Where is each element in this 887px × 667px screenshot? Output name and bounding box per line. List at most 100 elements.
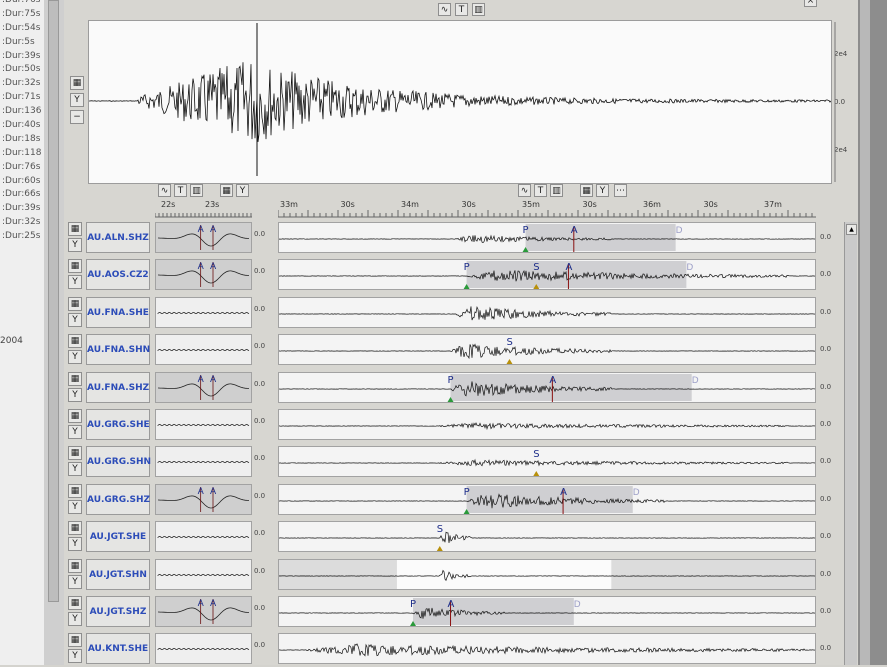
mini-waveform[interactable]: AA xyxy=(155,596,252,627)
row-y-button[interactable]: Y xyxy=(68,499,82,514)
trace-waveform[interactable]: S xyxy=(278,521,816,553)
mini-waveform[interactable] xyxy=(155,633,252,665)
station-label[interactable]: AU.JGT.SHN xyxy=(86,558,150,590)
station-label[interactable]: AU.JGT.SHZ xyxy=(86,596,150,627)
row-grid-button[interactable]: ▦ xyxy=(68,334,82,349)
station-label[interactable]: AU.JGT.SHE xyxy=(86,521,150,553)
mini-waveform[interactable]: AA xyxy=(155,483,252,515)
station-label[interactable]: AU.ALN.SHZ xyxy=(86,222,150,253)
trace-row[interactable]: ▦ Y AU.GRG.SHN 0.0 S 0.0 xyxy=(64,445,831,480)
phase-pick-label[interactable]: A xyxy=(560,487,567,498)
duration-list-item[interactable]: :Dur:18s xyxy=(0,133,44,147)
row-grid-button[interactable]: ▦ xyxy=(68,296,82,311)
mini-waveform[interactable] xyxy=(155,521,252,553)
trace-waveform[interactable]: S xyxy=(278,334,816,366)
overview-waveform-plot[interactable] xyxy=(88,20,832,184)
duration-list-item[interactable]: :Dur:39s xyxy=(0,202,44,216)
row-y-button[interactable]: Y xyxy=(68,649,82,664)
trace-row[interactable]: ▦ Y AU.GRG.SHE 0.0 0.0 xyxy=(64,408,831,443)
mini-waveform[interactable] xyxy=(155,409,252,440)
trace-waveform[interactable] xyxy=(278,296,816,328)
duration-list-item[interactable]: :Dur:136 xyxy=(0,105,44,119)
main-dots-button[interactable]: ⋯ xyxy=(614,184,627,197)
duration-list-item[interactable]: :Dur:76s xyxy=(0,161,44,175)
trace-t-button[interactable]: T xyxy=(455,3,468,16)
phase-pick-label[interactable]: P xyxy=(464,487,470,498)
duration-list-item[interactable]: :Dur:118 xyxy=(0,147,44,161)
row-grid-button[interactable]: ▦ xyxy=(68,446,82,461)
duration-list-item[interactable]: :Dur:75s xyxy=(0,8,44,22)
main-filter-icon[interactable]: ▥ xyxy=(550,184,563,197)
main-sine-wave-icon[interactable]: ∿ xyxy=(518,184,531,197)
row-y-button[interactable]: Y xyxy=(68,462,82,477)
row-y-button[interactable]: Y xyxy=(68,387,82,402)
trace-waveform[interactable]: PAD xyxy=(278,596,816,627)
duration-list-item[interactable]: :Dur:32s xyxy=(0,77,44,91)
window-close-icon[interactable]: × xyxy=(804,0,817,7)
scroll-up-arrow-icon[interactable]: ▲ xyxy=(846,224,857,235)
mini-waveform[interactable]: AA xyxy=(155,371,252,403)
duration-list-item[interactable]: :Dur:66s xyxy=(0,188,44,202)
station-label[interactable]: AU.GRG.SHN xyxy=(86,446,151,478)
row-y-button[interactable]: Y xyxy=(68,238,82,252)
sine-wave-icon[interactable]: ∿ xyxy=(438,3,451,16)
trace-waveform[interactable]: PAD xyxy=(278,483,816,515)
row-y-button[interactable]: Y xyxy=(68,425,82,439)
trace-waveform[interactable] xyxy=(278,409,816,440)
phase-pick-label[interactable]: P xyxy=(464,262,470,273)
row-grid-button[interactable]: ▦ xyxy=(68,633,82,648)
row-grid-button[interactable]: ▦ xyxy=(68,409,82,423)
row-grid-button[interactable]: ▦ xyxy=(68,483,82,498)
mini-waveform[interactable] xyxy=(155,558,252,590)
trace-row[interactable]: ▦ Y AU.JGT.SHZ A A 0.0 P A D 0.0 xyxy=(64,595,831,630)
phase-pick-label[interactable]: P xyxy=(410,599,416,610)
duration-list-item[interactable]: :Dur:40s xyxy=(0,119,44,133)
row-y-button[interactable]: Y xyxy=(68,574,82,589)
section-sine-wave-icon[interactable]: ∿ xyxy=(158,184,171,197)
section-y-button[interactable]: Y xyxy=(236,184,249,197)
outer-scrollbar[interactable] xyxy=(860,0,870,665)
station-label[interactable]: AU.GRG.SHZ xyxy=(86,483,150,515)
main-y-button[interactable]: Y xyxy=(596,184,609,197)
phase-pick-label[interactable]: S xyxy=(506,337,512,348)
duration-list-item[interactable]: :Dur:39s xyxy=(0,50,44,64)
filter-icon[interactable]: ▥ xyxy=(472,3,485,16)
pick-marker-icon[interactable] xyxy=(506,359,513,365)
phase-pick-label[interactable]: A xyxy=(565,262,572,273)
duration-list-item[interactable]: :Dur:32s xyxy=(0,216,44,230)
row-grid-button[interactable]: ▦ xyxy=(68,371,82,386)
trace-row[interactable]: ▦ Y AU.ALN.SHZ A A 0.0 P A D 0.0 xyxy=(64,221,831,256)
duration-list-item[interactable]: :Dur:76s xyxy=(0,0,44,8)
section-grid-icon[interactable]: ▦ xyxy=(220,184,233,197)
station-label[interactable]: AU.KNT.SHE xyxy=(86,633,150,665)
main-grid-icon[interactable]: ▦ xyxy=(580,184,593,197)
trace-row[interactable]: ▦ Y AU.FNA.SHN 0.0 S 0.0 xyxy=(64,333,831,368)
trace-row[interactable]: ▦ Y AU.JGT.SHE 0.0 S 0.0 xyxy=(64,520,831,555)
row-grid-button[interactable]: ▦ xyxy=(68,259,82,274)
mini-waveform[interactable] xyxy=(155,446,252,478)
pick-marker-icon[interactable] xyxy=(533,471,540,477)
row-grid-button[interactable]: ▦ xyxy=(68,558,82,573)
top-grid-button[interactable]: ▦ xyxy=(70,76,84,90)
phase-pick-label[interactable]: A xyxy=(448,599,455,610)
trace-row[interactable]: ▦ Y AU.JGT.SHN 0.0 0.0 xyxy=(64,558,831,593)
duration-list-item[interactable]: :Dur:25s xyxy=(0,230,44,244)
phase-pick-label[interactable]: A xyxy=(549,375,556,386)
trace-row[interactable]: ▦ Y AU.KNT.SHE 0.0 0.0 xyxy=(64,632,831,667)
scrollbar-track[interactable] xyxy=(48,0,59,602)
trace-waveform[interactable]: PAD xyxy=(278,371,816,403)
duration-list-item[interactable]: :Dur:60s xyxy=(0,175,44,189)
section-t-button[interactable]: T xyxy=(174,184,187,197)
row-y-button[interactable]: Y xyxy=(68,350,82,365)
row-y-button[interactable]: Y xyxy=(68,612,82,626)
duration-list-item[interactable]: :Dur:71s xyxy=(0,91,44,105)
phase-pick-label[interactable]: S xyxy=(437,524,443,535)
trace-waveform[interactable] xyxy=(278,558,816,590)
station-label[interactable]: AU.FNA.SHN xyxy=(86,334,150,366)
row-y-button[interactable]: Y xyxy=(68,312,82,327)
station-label[interactable]: AU.FNA.SHZ xyxy=(86,371,150,403)
row-grid-button[interactable]: ▦ xyxy=(68,222,82,236)
top-minus-button[interactable]: − xyxy=(70,110,84,124)
phase-pick-label[interactable]: A xyxy=(571,225,578,236)
trace-scrollbar[interactable]: ▲ xyxy=(844,222,857,665)
